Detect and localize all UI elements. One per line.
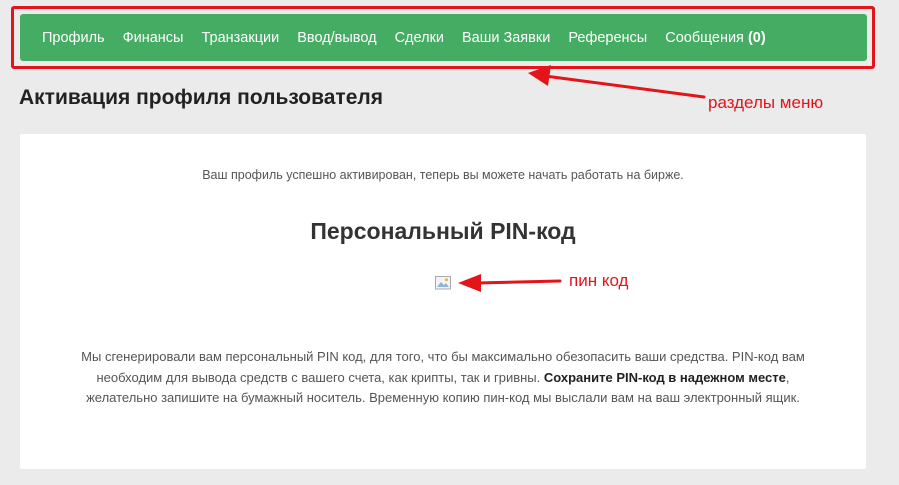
nav-item-finance[interactable]: Финансы <box>123 30 184 46</box>
nav-item-deposit-withdraw[interactable]: Ввод/вывод <box>297 30 376 46</box>
messages-count-badge: (0) <box>747 29 766 46</box>
nav-item-profile[interactable]: Профиль <box>42 30 105 46</box>
nav-item-deals[interactable]: Сделки <box>395 30 444 46</box>
annotation-label-pin: пин код <box>569 271 629 290</box>
page-title: Активация профиля пользователя <box>19 86 383 109</box>
nav-item-referrals[interactable]: Референсы <box>568 30 647 46</box>
pin-description: Мы сгенерировали вам персональный PIN ко… <box>60 347 826 409</box>
main-menu: Профиль Финансы Транзакции Ввод/вывод Сд… <box>20 14 867 61</box>
annotation-label-menu: разделы меню <box>708 93 824 112</box>
pin-description-bold: Сохраните PIN-код в надежном месте <box>543 369 786 385</box>
nav-item-transactions[interactable]: Транзакции <box>201 30 279 46</box>
nav-item-messages-label: Сообщения <box>665 29 744 46</box>
pin-heading: Персональный PIN-код <box>310 218 576 244</box>
success-message: Ваш профиль успешно активирован, теперь … <box>202 168 684 182</box>
arrow-icon-menu <box>528 65 706 99</box>
nav-item-messages[interactable]: Сообщения (0) <box>665 30 765 46</box>
pin-image-broken-icon <box>435 276 452 290</box>
nav-item-your-orders[interactable]: Ваши Заявки <box>462 30 550 46</box>
activation-card: Ваш профиль успешно активирован, теперь … <box>20 134 866 469</box>
